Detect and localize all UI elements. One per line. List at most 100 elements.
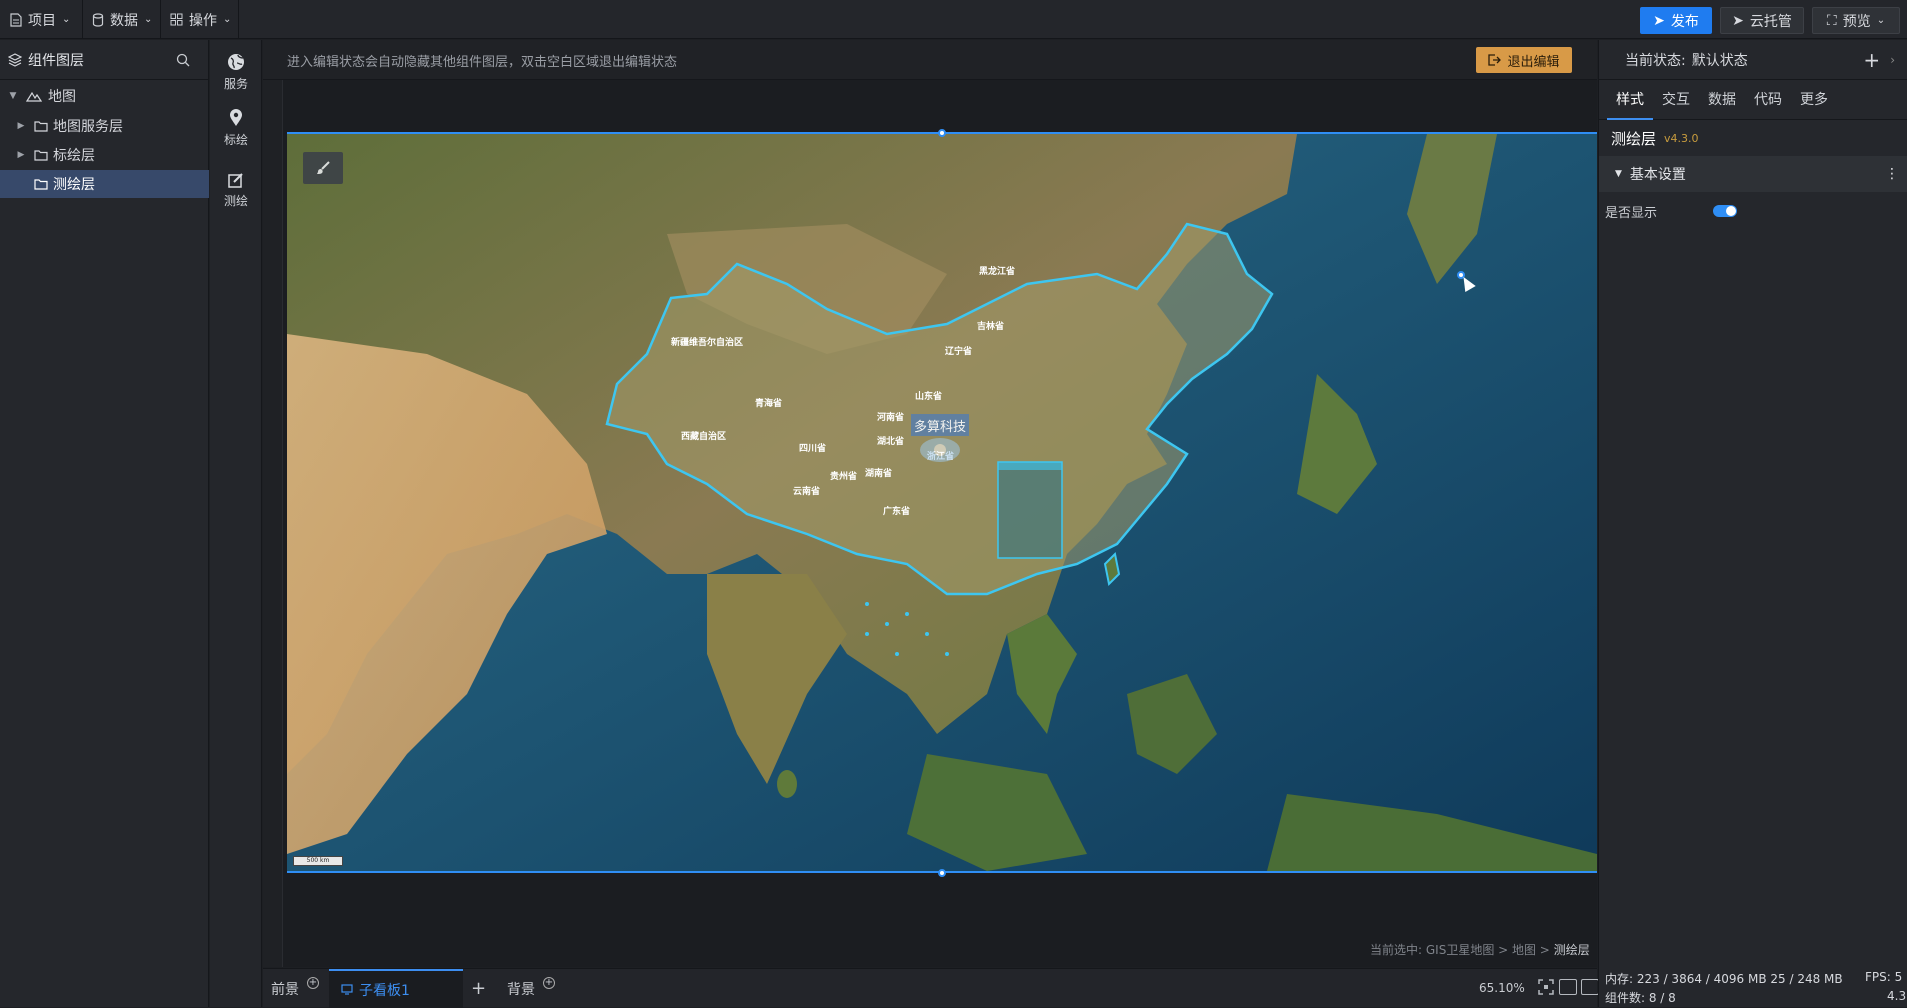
grid-icon: [170, 13, 183, 26]
property-panel: 当前状态: 默认状态 + › 样式 交互 数据 代码 更多 测绘层 v4.3.0…: [1598, 40, 1907, 1007]
tree-item-label: 标绘层: [53, 148, 95, 164]
pin-icon: [230, 108, 242, 126]
preview-button[interactable]: ⛶ 预览 ⌄: [1812, 7, 1900, 34]
draw-icon: [228, 172, 243, 188]
database-icon: [92, 12, 104, 27]
globe-icon: [228, 53, 244, 70]
vertical-ruler: [263, 80, 283, 967]
tool-survey[interactable]: 测绘: [210, 162, 262, 218]
edit-hint-text: 进入编辑状态会自动隐藏其他组件图层，双击空白区域退出编辑状态: [287, 55, 678, 70]
province-label-10: 贵州省: [830, 470, 857, 482]
add-tab-button[interactable]: +: [471, 969, 486, 1008]
chevron-down-icon: ⌄: [223, 14, 232, 25]
tab-background[interactable]: 背景 +: [507, 969, 555, 1008]
map-icon: [26, 91, 42, 102]
edit-info-bar: 进入编辑状态会自动隐藏其他组件图层，双击空白区域退出编辑状态 退出编辑: [263, 40, 1597, 80]
layer-panel-header: 组件图层: [0, 40, 208, 80]
breadcrumb-current: 测绘层: [1553, 943, 1590, 957]
tab-label: 子看板1: [359, 982, 410, 999]
province-label-3: 新疆维吾尔自治区: [671, 336, 743, 348]
fit-screen-icon[interactable]: [1538, 979, 1556, 995]
layer-title-row: 测绘层 v4.3.0: [1599, 120, 1907, 156]
province-label-4: 山东省: [915, 390, 942, 402]
resize-handle-bottom[interactable]: [938, 869, 946, 877]
keyboard-icon[interactable]: [1559, 979, 1577, 995]
add-circle-icon[interactable]: +: [307, 976, 319, 989]
visibility-toggle[interactable]: [1713, 205, 1738, 217]
resize-handle-top[interactable]: [938, 129, 946, 137]
tree-item-label: 地图服务层: [53, 119, 123, 135]
tab-label: 背景: [507, 981, 535, 998]
brush-icon: [317, 161, 330, 174]
fps-readout: FPS: 5: [1865, 970, 1903, 984]
menu-project[interactable]: 项目 ⌄: [10, 0, 70, 39]
tree-item-map[interactable]: ▼ 地图: [0, 82, 209, 110]
layer-panel: 组件图层 ▼ 地图 ▶ 地图服务层 ▶ 标绘层 测绘层: [0, 40, 209, 1007]
menu-operation-label: 操作: [189, 12, 217, 29]
preview-label: 预览: [1842, 13, 1871, 30]
tree-item-map-service-layer[interactable]: ▶ 地图服务层: [0, 112, 209, 140]
state-label: 当前状态:: [1625, 52, 1686, 69]
tab-data[interactable]: 数据: [1699, 80, 1745, 120]
component-count: 组件数: 8 / 8: [1605, 991, 1676, 1005]
tab-sub-board[interactable]: 子看板1: [329, 969, 463, 1008]
more-vertical-icon[interactable]: ⋮: [1885, 166, 1899, 182]
tool-service[interactable]: 服务: [210, 44, 262, 100]
map-marker-dot[interactable]: [920, 438, 960, 462]
menu-operation[interactable]: 操作 ⌄: [170, 0, 231, 39]
satellite-map[interactable]: 黑龙江省 吉林省 辽宁省 新疆维吾尔自治区 山东省 青海省 河南省 西藏自治区 …: [287, 132, 1597, 873]
chevron-down-icon: ⌄: [62, 14, 71, 25]
memory-usage: 内存: 223 / 3864 / 4096 MB 25 / 248 MB: [1605, 972, 1843, 986]
tab-code[interactable]: 代码: [1745, 80, 1791, 120]
status-footer: 内存: 223 / 3864 / 4096 MB 25 / 248 MB FPS…: [1599, 968, 1907, 1007]
province-label-12: 云南省: [793, 485, 820, 497]
exit-edit-button[interactable]: 退出编辑: [1476, 47, 1572, 73]
brush-tool-button[interactable]: [303, 152, 343, 184]
section-title: 基本设置: [1629, 167, 1686, 183]
tree-item-survey-layer[interactable]: 测绘层: [0, 170, 209, 198]
add-state-icon[interactable]: +: [1863, 48, 1880, 72]
state-value[interactable]: 默认状态: [1692, 50, 1864, 70]
layers-icon: [8, 52, 22, 67]
chevron-down-icon: ⌄: [1876, 15, 1886, 26]
caret-right-icon[interactable]: ▶: [16, 150, 26, 160]
map-graphic: 黑龙江省 吉林省 辽宁省 新疆维吾尔自治区 山东省 青海省 河南省 西藏自治区 …: [287, 134, 1597, 871]
tool-plot[interactable]: 标绘: [210, 100, 262, 156]
send-icon: ➤: [1653, 12, 1665, 29]
monitor-icon: [341, 984, 353, 995]
search-icon[interactable]: [176, 53, 190, 67]
tab-label: 前景: [271, 981, 299, 998]
province-label-2: 辽宁省: [945, 345, 972, 357]
publish-button[interactable]: ➤ 发布: [1640, 7, 1712, 34]
tool-strip: 服务 标绘 测绘: [210, 40, 262, 1007]
basic-settings-section[interactable]: ▼ 基本设置 ⋮: [1599, 156, 1907, 192]
tab-more[interactable]: 更多: [1791, 80, 1837, 120]
folder-icon: [34, 150, 48, 161]
state-header: 当前状态: 默认状态 + ›: [1599, 40, 1907, 80]
layer-name: 测绘层: [1611, 129, 1657, 148]
chevron-right-icon[interactable]: ›: [1890, 53, 1895, 67]
layer-panel-title: 组件图层: [28, 52, 84, 69]
tab-interaction[interactable]: 交互: [1653, 80, 1699, 120]
province-label-1: 吉林省: [977, 320, 1004, 332]
tab-foreground[interactable]: 前景 +: [271, 969, 319, 1008]
menu-project-label: 项目: [28, 12, 56, 29]
tool-label: 服务: [223, 76, 248, 91]
menu-data[interactable]: 数据 ⌄: [92, 0, 152, 39]
caret-right-icon[interactable]: ▶: [16, 121, 26, 131]
tree-item-plot-layer[interactable]: ▶ 标绘层: [0, 141, 209, 169]
province-label-5: 青海省: [755, 397, 782, 409]
layer-version: v4.3.0: [1664, 131, 1699, 145]
send-icon: ➤: [1732, 12, 1744, 29]
tab-style[interactable]: 样式: [1607, 80, 1653, 120]
caret-down-icon[interactable]: ▼: [8, 91, 18, 101]
map-marker-label[interactable]: 多算科技: [911, 414, 969, 436]
terminal-icon[interactable]: [1581, 979, 1599, 995]
exit-icon: [1488, 54, 1502, 66]
add-circle-icon[interactable]: +: [543, 976, 555, 989]
folder-icon: [34, 121, 48, 132]
zoom-level[interactable]: 65.10%: [1479, 981, 1525, 995]
document-icon: [10, 12, 22, 27]
cloud-hosting-button[interactable]: ➤ 云托管: [1720, 7, 1804, 34]
province-label-13: 广东省: [883, 505, 910, 517]
